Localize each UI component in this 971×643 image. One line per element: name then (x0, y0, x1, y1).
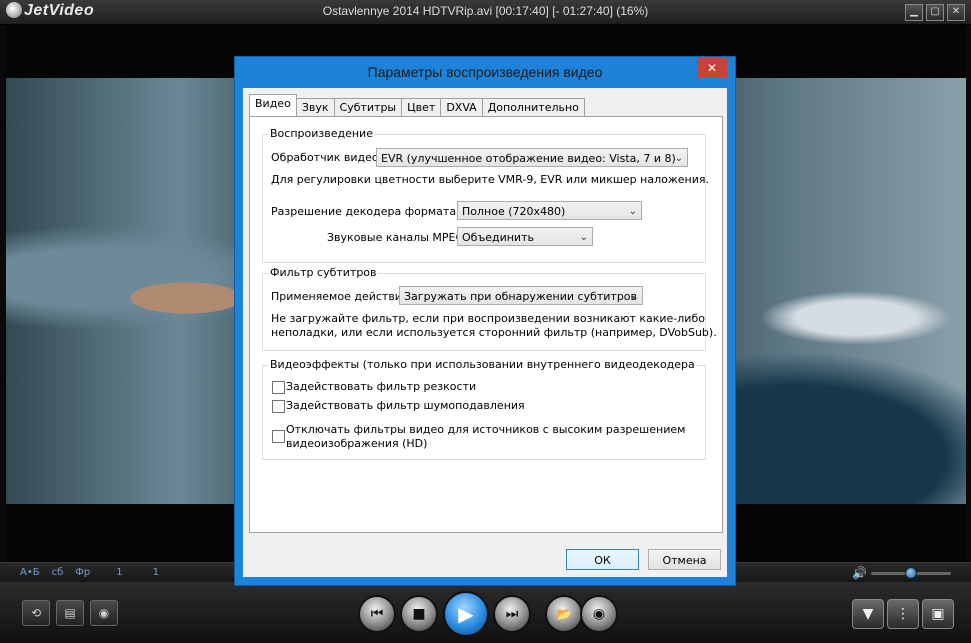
renderer-select[interactable]: EVR (улучшенное отображение видео: Vista… (376, 148, 688, 167)
tab-sound[interactable]: Звук (295, 98, 335, 117)
denoise-checkbox[interactable] (272, 400, 285, 413)
audio-label[interactable]: А•Б (20, 567, 40, 578)
ok-button[interactable]: ОК (566, 549, 639, 570)
stop-button[interactable]: ■ (400, 595, 438, 633)
tab-panel-video: Воспроизведение Обработчик видео: EVR (у… (249, 116, 723, 533)
subs-label[interactable]: сб (52, 567, 64, 578)
tab-subtitles[interactable]: Субтитры (333, 98, 403, 117)
record-icon[interactable]: ◉ (90, 600, 118, 626)
mpeg-channels-select[interactable]: Объединить ⌄ (457, 227, 593, 246)
dialog-body: Видео Звук Субтитры Цвет DXVA Дополнител… (243, 88, 727, 577)
tab-video[interactable]: Видео (249, 94, 297, 116)
playback-group: Воспроизведение Обработчик видео: EVR (у… (262, 127, 709, 263)
dv-decoder-label: Разрешение декодера формата DV: (271, 205, 479, 218)
sharpen-label: Задействовать фильтр резкости (286, 380, 477, 393)
subtitle-action-label: Применяемое действие: (271, 290, 413, 303)
sharpen-checkbox[interactable] (272, 381, 285, 394)
video-settings-dialog: Параметры воспроизведения видео ✕ Видео … (235, 57, 735, 585)
frame-label[interactable]: Фр (75, 567, 90, 578)
playback-group-label: Воспроизведение (269, 127, 374, 140)
tab-dxva[interactable]: DXVA (440, 98, 483, 117)
audio-track-number: 1 (116, 567, 123, 578)
tab-color[interactable]: Цвет (401, 98, 442, 117)
open-file-button[interactable]: 📂 (545, 595, 583, 633)
maximize-button[interactable]: ▢ (926, 4, 944, 21)
tab-strip: Видео Звук Субтитры Цвет DXVA Дополнител… (249, 94, 585, 117)
tab-advanced[interactable]: Дополнительно (481, 98, 585, 117)
control-bar: ⟲ ▤ ◉ ⏮ ■ ▶ ⏭ 📂 ◉ ▼ ⋮ ▣ (0, 582, 971, 643)
open-disc-button[interactable]: ◉ (580, 595, 618, 633)
next-button[interactable]: ⏭ (493, 595, 531, 633)
mpeg-channels-select-value: Объединить (462, 231, 534, 244)
dialog-title: Параметры воспроизведения видео (367, 64, 603, 80)
play-button[interactable]: ▶ (443, 591, 489, 637)
mpeg-channels-label: Звуковые каналы MPEG: (327, 231, 468, 244)
playlist-icon[interactable]: ▤ (56, 600, 84, 626)
video-effects-group: Видеоэффекты (только при использовании в… (262, 358, 706, 460)
menu-dots-icon[interactable]: ⋮ (887, 599, 919, 629)
minimize-button[interactable]: ▁ (905, 4, 923, 21)
disable-hd-filters-checkbox[interactable] (272, 430, 285, 443)
eject-down-icon[interactable]: ▼ (852, 599, 884, 629)
window-caption: Ostavlennye 2014 HDTVRip.avi [00:17:40] … (322, 4, 649, 18)
renderer-label: Обработчик видео: (271, 151, 383, 164)
subs-track-number: 1 (152, 567, 159, 578)
volume-slider-handle[interactable] (905, 567, 917, 579)
subtitle-action-select[interactable]: Загружать при обнаружении субтитров ⌄ (399, 286, 643, 305)
subtitle-action-select-value: Загружать при обнаружении субтитров (404, 290, 638, 303)
chevron-down-icon: ⌄ (629, 291, 638, 302)
chevron-down-icon: ⌄ (674, 153, 683, 164)
track-info: А•Б сб Фр 1 1 (20, 567, 159, 578)
subtitle-filter-group: Фильтр субтитров Применяемое действие: З… (262, 266, 717, 351)
dv-decoder-select-value: Полное (720x480) (462, 205, 566, 218)
renderer-hint: Для регулировки цветности выберите VMR-9… (271, 173, 709, 186)
player-title-bar: JetVideo Ostavlennye 2014 HDTVRip.avi [0… (0, 0, 971, 25)
cancel-button[interactable]: Отмена (648, 549, 721, 570)
video-effects-group-label: Видеоэффекты (только при использовании в… (269, 358, 696, 371)
previous-button[interactable]: ⏮ (358, 595, 396, 633)
repeat-icon[interactable]: ⟲ (22, 600, 50, 626)
window-mode-icon[interactable]: ▣ (922, 599, 954, 629)
subtitle-filter-group-label: Фильтр субтитров (269, 266, 378, 279)
close-window-button[interactable]: ✕ (947, 4, 965, 21)
dialog-close-button[interactable]: ✕ (697, 58, 727, 78)
volume-icon[interactable]: 🔊 (852, 566, 867, 580)
renderer-select-value: EVR (улучшенное отображение видео: Vista… (381, 152, 676, 165)
denoise-label: Задействовать фильтр шумоподавления (286, 399, 525, 412)
chevron-down-icon: ⌄ (628, 206, 637, 217)
disable-hd-filters-label-line1: Отключать фильтры видео для источников с… (286, 423, 686, 436)
disable-hd-filters-label-line2: видеоизображения (HD) (286, 437, 428, 450)
subtitle-hint-line2: неполадки, или если используется сторонн… (271, 326, 717, 339)
window-controls: ▁ ▢ ✕ (905, 4, 965, 21)
subtitle-hint-line1: Не загружайте фильтр, если при воспроизв… (271, 312, 705, 325)
chevron-down-icon: ⌄ (579, 232, 588, 243)
dv-decoder-select[interactable]: Полное (720x480) ⌄ (457, 201, 642, 220)
